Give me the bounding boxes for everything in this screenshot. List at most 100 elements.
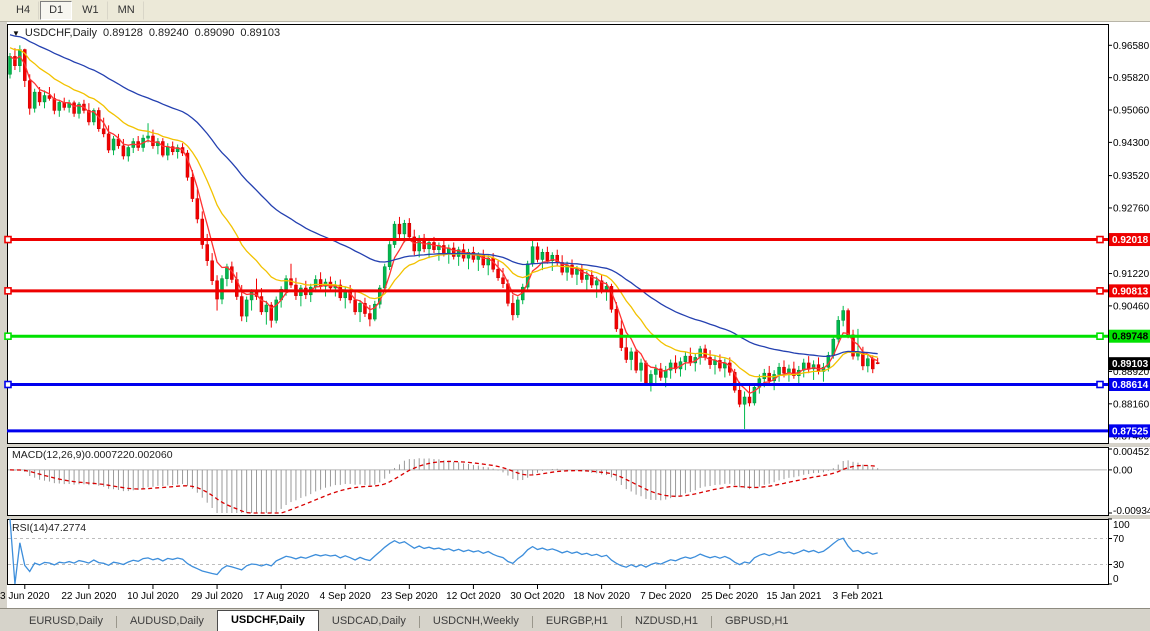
candle bbox=[97, 110, 100, 128]
rsi-axis-label: 70 bbox=[1113, 534, 1125, 545]
level-price-tag-text: 0.92018 bbox=[1112, 235, 1149, 246]
macd-axis-label: -0.009348 bbox=[1113, 506, 1150, 517]
candle bbox=[866, 359, 869, 366]
price-axis-label: 0.95060 bbox=[1113, 106, 1150, 117]
price-axis: 0.965800.958200.950600.943000.935200.927… bbox=[1108, 41, 1150, 585]
candle bbox=[206, 245, 209, 261]
candle bbox=[595, 281, 598, 285]
tab-usdcad-daily[interactable]: USDCAD,Daily bbox=[319, 612, 419, 631]
candle bbox=[807, 363, 810, 369]
level-handle-left[interactable] bbox=[5, 237, 11, 243]
date-axis-label: 3 Feb 2021 bbox=[833, 591, 884, 602]
tab-eurgbp-h1[interactable]: EURGBP,H1 bbox=[533, 612, 621, 631]
candle bbox=[107, 134, 110, 150]
date-axis-label: 15 Jan 2021 bbox=[766, 591, 821, 602]
macd-name: MACD(12,26,9) bbox=[12, 449, 85, 461]
candle bbox=[220, 279, 223, 299]
candle bbox=[53, 99, 56, 111]
terminal-window: H4D1W1MN 0.965800.958200.950600.943000.9… bbox=[0, 0, 1150, 631]
price-axis-label: 0.95820 bbox=[1113, 73, 1150, 84]
macd-axis-label: 0.00 bbox=[1113, 465, 1133, 476]
candle bbox=[359, 303, 362, 312]
symbol-period-label: USDCHF,Daily bbox=[25, 27, 97, 39]
date-axis-label: 7 Dec 2020 bbox=[640, 591, 692, 602]
rsi-panel bbox=[8, 520, 1109, 585]
macd-axis-label: 0.004527 bbox=[1113, 447, 1150, 458]
candle bbox=[245, 300, 248, 316]
candle bbox=[388, 245, 391, 267]
candle bbox=[275, 300, 278, 320]
level-handle-left[interactable] bbox=[5, 381, 11, 387]
candle bbox=[354, 300, 357, 312]
date-axis-label: 10 Jul 2020 bbox=[127, 591, 179, 602]
level-handle-left[interactable] bbox=[5, 333, 11, 339]
candle bbox=[122, 146, 125, 156]
candle bbox=[13, 56, 16, 65]
candle bbox=[635, 352, 638, 370]
timeframe-button-w1[interactable]: W1 bbox=[73, 1, 108, 20]
tab-usdcnh-weekly[interactable]: USDCNH,Weekly bbox=[420, 612, 532, 631]
candle bbox=[368, 314, 371, 320]
candle bbox=[191, 177, 194, 198]
level-handle-right[interactable] bbox=[1097, 288, 1103, 294]
rsi-axis-label: 100 bbox=[1113, 520, 1130, 531]
level-price-tag-text: 0.88614 bbox=[1112, 380, 1149, 391]
tab-usdchf-daily[interactable]: USDCHF,Daily bbox=[217, 610, 319, 631]
price-axis-label: 0.90460 bbox=[1113, 301, 1150, 312]
timeframe-button-d1[interactable]: D1 bbox=[40, 1, 72, 20]
level-handle-right[interactable] bbox=[1097, 237, 1103, 243]
rsi-name: RSI(14) bbox=[12, 522, 48, 534]
candle bbox=[842, 311, 845, 321]
candle bbox=[502, 278, 505, 284]
candle bbox=[196, 199, 199, 219]
rsi-axis-label: 0 bbox=[1113, 574, 1119, 585]
candle bbox=[625, 348, 628, 360]
timeframe-button-h4[interactable]: H4 bbox=[7, 1, 39, 20]
candle bbox=[9, 56, 12, 74]
level-handle-left[interactable] bbox=[5, 288, 11, 294]
tab-gbpusd-h1[interactable]: GBPUSD,H1 bbox=[712, 612, 802, 631]
level-price-tag-text: 0.90813 bbox=[1112, 286, 1149, 297]
candle bbox=[630, 352, 633, 360]
price-axis-label: 0.93520 bbox=[1113, 171, 1150, 182]
candle bbox=[654, 369, 657, 375]
timeframe-button-mn[interactable]: MN bbox=[109, 1, 144, 20]
candle bbox=[314, 279, 317, 287]
price-axis-label: 0.92760 bbox=[1113, 203, 1150, 214]
candle bbox=[738, 390, 741, 404]
date-axis-label: 25 Dec 2020 bbox=[701, 591, 758, 602]
candle bbox=[147, 136, 150, 138]
rsi-indicator-label: RSI(14)47.2774 bbox=[12, 522, 86, 534]
candle bbox=[743, 397, 746, 404]
candle bbox=[511, 303, 514, 314]
quote-close: 0.89103 bbox=[240, 27, 280, 39]
candle bbox=[640, 363, 643, 370]
candle bbox=[102, 129, 105, 134]
candle bbox=[620, 329, 623, 348]
tab-nzdusd-h1[interactable]: NZDUSD,H1 bbox=[622, 612, 711, 631]
rsi-value: 47.2774 bbox=[48, 522, 86, 534]
candle bbox=[408, 223, 411, 237]
price-axis-label: 0.91220 bbox=[1113, 269, 1150, 280]
level-handle-right[interactable] bbox=[1097, 333, 1103, 339]
tab-audusd-daily[interactable]: AUDUSD,Daily bbox=[117, 612, 217, 631]
date-axis-label: 18 Nov 2020 bbox=[573, 591, 630, 602]
candle bbox=[847, 311, 850, 335]
level-handle-right[interactable] bbox=[1097, 381, 1103, 387]
candle bbox=[403, 223, 406, 234]
candle bbox=[615, 309, 618, 329]
candle bbox=[684, 356, 687, 362]
candle bbox=[783, 367, 786, 373]
tab-eurusd-daily[interactable]: EURUSD,Daily bbox=[16, 612, 116, 631]
candle bbox=[127, 147, 130, 156]
candle bbox=[546, 252, 549, 261]
date-axis-label: 29 Jul 2020 bbox=[191, 591, 243, 602]
candle bbox=[161, 142, 164, 156]
candle bbox=[319, 279, 322, 286]
date-axis-label: 4 Sep 2020 bbox=[320, 591, 372, 602]
collapse-arrow-icon[interactable]: ▼ bbox=[12, 29, 20, 38]
candle bbox=[265, 305, 268, 312]
candle bbox=[585, 275, 588, 279]
quote-open: 0.89128 bbox=[103, 27, 143, 39]
date-axis-label: 12 Oct 2020 bbox=[446, 591, 501, 602]
